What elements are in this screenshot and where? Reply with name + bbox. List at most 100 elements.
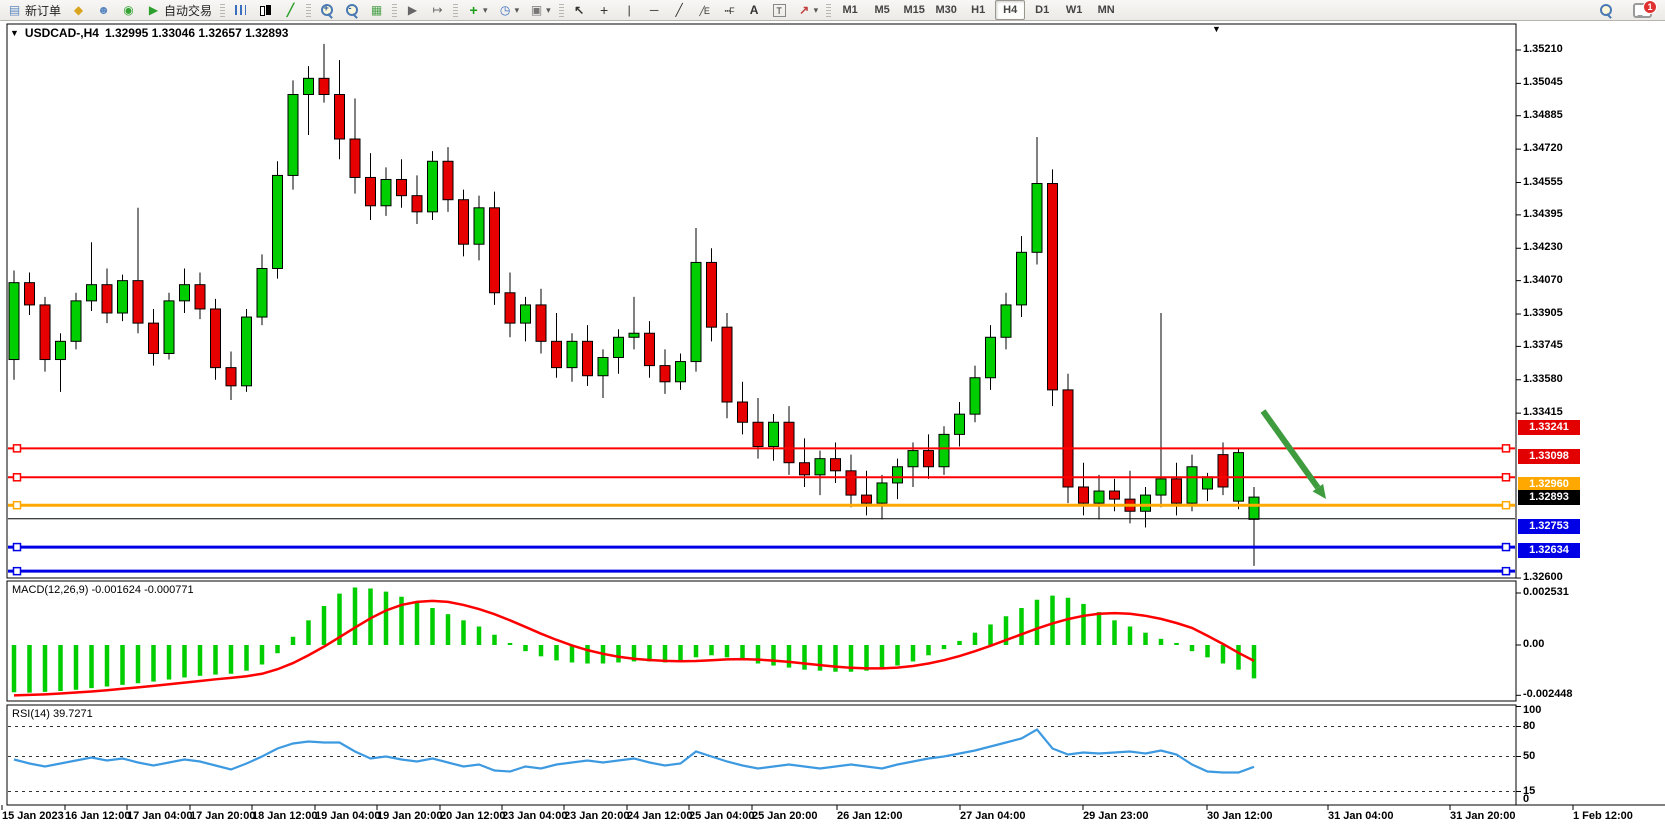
price-tick-label: 1.34885 [1523,109,1563,121]
vertical-line-button[interactable] [618,0,641,20]
time-tick-label: 27 Jan 04:00 [960,810,1025,822]
arrows-button[interactable] [793,0,823,20]
zoom-out-button[interactable]: - [340,0,363,20]
clock-icon [498,3,513,18]
time-axis[interactable] [0,825,1665,831]
auto-scroll-button[interactable] [401,0,424,20]
auto-icon [146,3,161,18]
rsi-tick-label: 50 [1523,750,1535,762]
chart-canvas [0,21,1665,831]
timeframe-m30-button[interactable]: M30 [931,0,961,20]
timeframe-mn-button[interactable]: MN [1091,0,1121,20]
time-tick-label: 23 Jan 20:00 [564,810,629,822]
timeframe-m5-button[interactable]: M5 [867,0,897,20]
toolbar-grip[interactable] [220,3,225,17]
toolbar-grip[interactable] [559,3,564,17]
timeframe-m15-button[interactable]: M15 [899,0,929,20]
hl-icon [647,3,662,18]
text-button[interactable] [743,0,766,20]
tile-windows-button[interactable] [365,0,388,20]
chart-ohlc-values: 1.32995 1.33046 1.32657 1.32893 [105,26,289,40]
main-chart-pane[interactable] [7,24,1516,578]
time-tick-label: 24 Jan 12:00 [627,810,692,822]
macd-tick-label: -0.002448 [1523,688,1573,700]
search-button[interactable] [1594,1,1617,21]
meta-icon [71,3,86,18]
bars-icon [235,5,246,15]
rsi-pane[interactable] [7,705,1516,805]
chart-symbol-period: USDCAD-,H4 [25,26,99,40]
cross-icon [597,3,612,18]
chart-title: ▼ USDCAD-,H4 1.32995 1.33046 1.32657 1.3… [10,26,288,40]
rsi-indicator-label: RSI(14) 39.7271 [12,708,93,720]
timeframe-h1-button[interactable]: H1 [963,0,993,20]
price-badge-1.32893: 1.32893 [1518,490,1580,505]
price-tick-label: 1.34070 [1523,274,1563,286]
metaeditor-button[interactable] [67,0,90,20]
alerts-button[interactable]: 1 [1629,1,1656,21]
chart-shift-marker-icon[interactable]: ▼ [1212,24,1221,34]
neworder-icon [7,3,22,18]
fibonacci-button[interactable] [718,0,741,20]
price-tick-label: 1.32600 [1523,571,1563,583]
bar-chart-button[interactable] [229,0,252,20]
price-tick-label: 1.34395 [1523,208,1563,220]
time-tick-label: 25 Jan 04:00 [689,810,754,822]
lbl-icon [773,4,786,17]
toolbar-grip[interactable] [392,3,397,17]
timeframe-w1-button[interactable]: W1 [1059,0,1089,20]
price-tick-label: 1.35045 [1523,76,1563,88]
vl-icon [622,3,637,18]
time-tick-label: 30 Jan 12:00 [1207,810,1272,822]
symbol-collapse-icon[interactable]: ▼ [10,28,19,38]
rsi-tick-label: 80 [1523,720,1535,732]
autotrading-button-label: 自动交易 [164,2,212,19]
horizontal-line-button[interactable] [643,0,666,20]
toolbar-grip[interactable] [826,3,831,17]
zoom-out-button-icon: - [344,3,359,18]
crosshair-button[interactable] [593,0,616,20]
templates-button[interactable] [525,0,555,20]
time-tick-label: 23 Jan 04:00 [502,810,567,822]
comm-icon [96,3,111,18]
macd-tick-label: 0.002531 [1523,586,1569,598]
chat-bubble-icon: 1 [1633,3,1652,18]
periods-button[interactable] [494,0,524,20]
ch-icon [697,3,712,18]
autotrading-button[interactable]: 自动交易 [142,0,216,20]
text-label-button[interactable] [768,0,791,20]
macd-tick-label: 0.00 [1523,638,1544,650]
price-tick-label: 1.34720 [1523,142,1563,154]
cursor-icon [572,3,587,18]
time-tick-label: 31 Jan 04:00 [1328,810,1393,822]
candlestick-chart-button[interactable] [254,0,277,20]
time-tick-label: 19 Jan 20:00 [377,810,442,822]
timeframe-d1-button[interactable]: D1 [1027,0,1057,20]
price-tick-label: 1.33745 [1523,339,1563,351]
time-tick-label: 15 Jan 2023 [2,810,64,822]
signal-icon [121,3,136,18]
trendline-button[interactable] [668,0,691,20]
time-tick-label: 16 Jan 12:00 [65,810,130,822]
zoom-in-button[interactable]: + [315,0,338,20]
indicators-button[interactable] [462,0,492,20]
line-chart-button[interactable] [279,0,302,20]
tile-icon [369,3,384,18]
chart-area: 1.352101.350451.348851.347201.345551.343… [0,21,1665,831]
macd-pane[interactable] [7,581,1516,701]
new-order-button[interactable]: 新订单 [3,0,65,20]
toolbar-grip[interactable] [453,3,458,17]
time-tick-label: 1 Feb 12:00 [1573,810,1633,822]
equidistant-channel-button[interactable] [693,0,716,20]
search-button-icon [1598,3,1613,18]
signals-button[interactable] [117,0,140,20]
timeframe-h4-button[interactable]: H4 [995,0,1025,20]
toolbar-grip[interactable] [306,3,311,17]
chart-shift-button[interactable] [426,0,449,20]
cursor-button[interactable] [568,0,591,20]
tl-icon [672,3,687,18]
community-button[interactable] [92,0,115,20]
time-tick-label: 17 Jan 20:00 [190,810,255,822]
macd-indicator-label: MACD(12,26,9) -0.001624 -0.000771 [12,584,194,596]
timeframe-m1-button[interactable]: M1 [835,0,865,20]
